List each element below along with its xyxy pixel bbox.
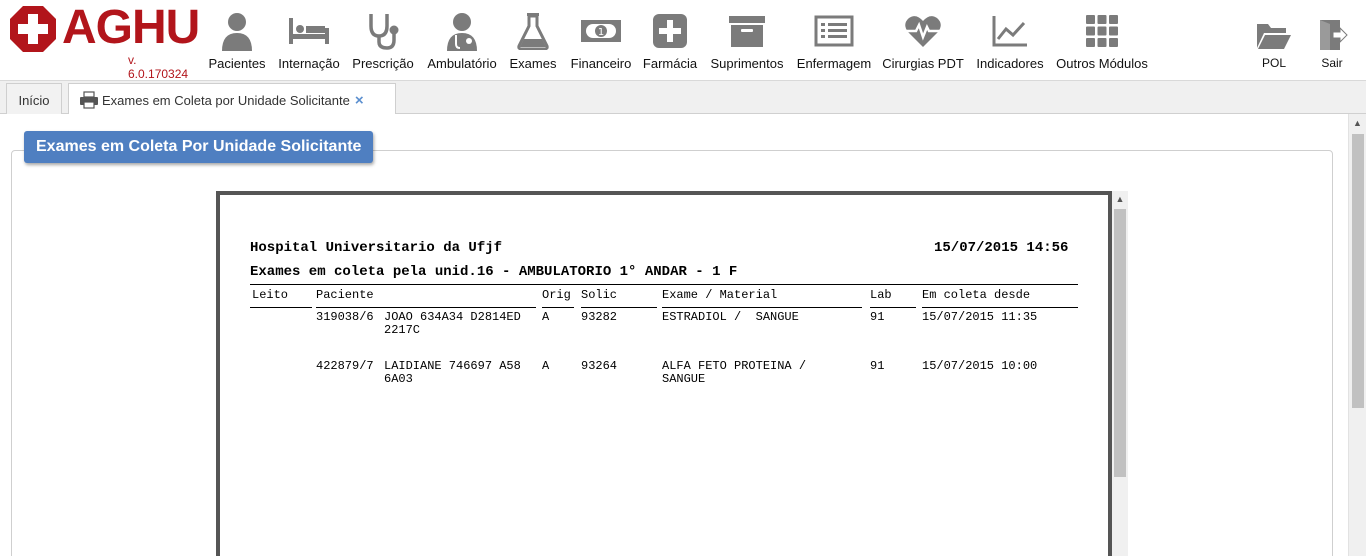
header-top-rule: [250, 284, 1078, 285]
nav-prescricao[interactable]: Prescrição: [351, 10, 415, 74]
cell-solic: 93282: [581, 310, 618, 324]
nav-pacientes[interactable]: Pacientes: [207, 10, 267, 74]
cell-desde: 15/07/2015 10:00: [922, 359, 1038, 373]
cell-exame-cont: SANGUE: [662, 372, 706, 386]
sign-out-icon: [1316, 18, 1348, 52]
stethoscope-icon: [366, 10, 400, 52]
heartbeat-icon: [904, 10, 942, 52]
col-header-orig: Orig: [542, 288, 571, 302]
aghu-logo[interactable]: AGHU v. 6.0.170324: [8, 1, 200, 81]
grid-icon: [1085, 10, 1119, 52]
cell-orig: A: [542, 359, 550, 373]
nav-label: Internação: [278, 56, 340, 71]
main-content: Exames em Coleta Por Unidade Solicitante…: [0, 114, 1348, 556]
report-scroll-thumb[interactable]: [1114, 209, 1126, 477]
svg-text:1: 1: [598, 27, 604, 38]
page-scrollbar[interactable]: ▲: [1348, 114, 1366, 556]
nav-label: Ambulatório: [427, 56, 497, 71]
scroll-up-icon[interactable]: ▲: [1112, 191, 1128, 207]
nav-farmacia[interactable]: Farmácia: [642, 10, 698, 74]
col-header-paciente: Paciente: [316, 288, 374, 302]
cell-nome-cont: 2217C: [384, 323, 421, 337]
report-hospital: Hospital Universitario da Ufjf: [250, 240, 503, 256]
nav-sair[interactable]: Sair: [1312, 18, 1352, 82]
patient-icon: [220, 10, 254, 52]
cell-prontuario: 422879/7: [316, 359, 374, 373]
nav-outros-modulos[interactable]: Outros Módulos: [1055, 10, 1149, 74]
doctor-icon: [445, 10, 479, 52]
logo-text: AGHU: [62, 1, 200, 54]
header-rule-orig: [542, 307, 574, 308]
line-chart-icon: [992, 10, 1028, 52]
col-header-exame: Exame / Material: [662, 288, 778, 302]
col-header-leito: Leito: [252, 288, 289, 302]
cell-nome-cont: 6A03: [384, 372, 413, 386]
header-rule-exame: [662, 307, 862, 308]
nav-label: Pacientes: [208, 56, 266, 71]
cell-lab: 91: [870, 310, 885, 324]
list-icon: [814, 10, 854, 52]
folder-icon: [1256, 18, 1292, 52]
nav-label: Enfermagem: [796, 56, 872, 71]
nav-exames[interactable]: Exames: [507, 10, 559, 74]
nav-internacao[interactable]: Internação: [278, 10, 340, 74]
nav-label: POL: [1261, 56, 1286, 70]
nav-cirurgias-pdt[interactable]: Cirurgias PDT: [882, 10, 964, 74]
tab-exames-em-coleta[interactable]: Exames em Coleta por Unidade Solicitante…: [68, 83, 396, 116]
report-subtitle: Exames em coleta pela unid.16 - AMBULATO…: [250, 264, 738, 280]
nav-ambulatorio[interactable]: Ambulatório: [426, 10, 498, 74]
nav-label: Prescrição: [352, 56, 414, 71]
cell-orig: A: [542, 310, 550, 324]
nav-suprimentos[interactable]: Suprimentos: [710, 10, 784, 74]
tab-label: Exames em Coleta por Unidade Solicitante: [102, 92, 350, 108]
header-rule-desde: [922, 307, 1078, 308]
tab-strip: Início Exames em Coleta por Unidade Soli…: [0, 80, 1366, 116]
nav-label: Farmácia: [642, 56, 698, 71]
archive-icon: [728, 10, 766, 52]
header-rule-lab: [870, 307, 916, 308]
nav-label: Sair: [1321, 56, 1343, 70]
logo-cross-icon: [10, 6, 56, 52]
header-rule-leito: [250, 307, 312, 308]
cell-exame: ESTRADIOL / SANGUE: [662, 310, 799, 324]
nav-label: Financeiro: [570, 56, 632, 71]
money-icon: 1: [580, 10, 622, 52]
nav-pol[interactable]: POL: [1252, 18, 1296, 82]
nav-label: Indicadores: [976, 56, 1044, 71]
scroll-up-icon[interactable]: ▲: [1349, 116, 1366, 130]
printer-icon: [80, 91, 98, 109]
col-header-desde: Em coleta desde: [922, 288, 1031, 302]
nav-label: Suprimentos: [710, 56, 784, 71]
nav-label: Exames: [509, 56, 557, 71]
nav-enfermagem[interactable]: Enfermagem: [796, 10, 872, 74]
page-scroll-thumb[interactable]: [1352, 134, 1364, 408]
header-rule-solic: [581, 307, 657, 308]
nav-indicadores[interactable]: Indicadores: [975, 10, 1045, 74]
close-tab-icon[interactable]: ×: [355, 92, 364, 109]
col-header-lab: Lab: [870, 288, 892, 302]
nav-label: Cirurgias PDT: [882, 56, 964, 71]
top-navigation-bar: AGHU v. 6.0.170324 Pacientes Internação …: [0, 0, 1366, 82]
nav-financeiro[interactable]: 1 Financeiro: [570, 10, 632, 74]
header-rule-paciente: [316, 307, 536, 308]
plus-icon: [652, 10, 688, 52]
flask-icon: [517, 10, 549, 52]
cell-desde: 15/07/2015 11:35: [922, 310, 1038, 324]
cell-solic: 93264: [581, 359, 618, 373]
report-scrollbar[interactable]: ▲: [1112, 191, 1128, 556]
tab-inicio[interactable]: Início: [6, 83, 62, 116]
col-header-solic: Solic: [581, 288, 618, 302]
cell-lab: 91: [870, 359, 885, 373]
report-datetime: 15/07/2015 14:56: [934, 240, 1069, 256]
cell-prontuario: 319038/6: [316, 310, 374, 324]
bed-icon: [287, 10, 331, 52]
nav-label: Outros Módulos: [1056, 56, 1148, 71]
tab-label: Início: [18, 92, 50, 108]
app-version: v. 6.0.170324: [128, 53, 189, 81]
panel-legend: Exames em Coleta Por Unidade Solicitante: [24, 131, 374, 163]
report-viewer[interactable]: Hospital Universitario da Ufjf 15/07/201…: [216, 191, 1112, 556]
